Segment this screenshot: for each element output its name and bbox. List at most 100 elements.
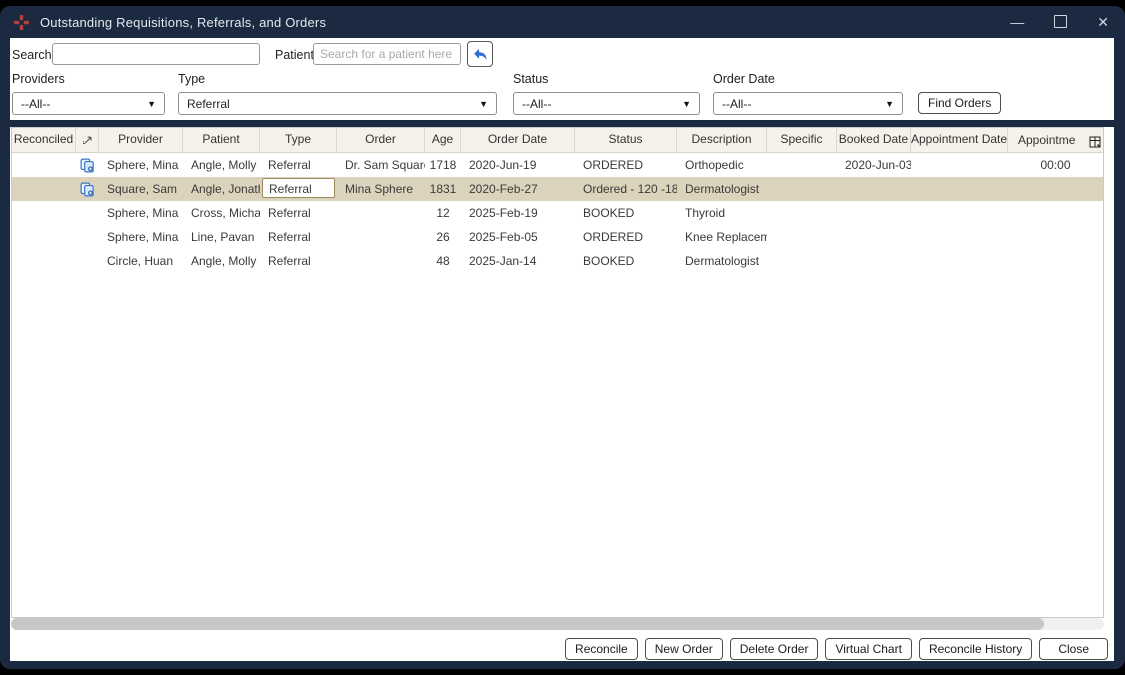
column-header-status[interactable]: Status: [575, 128, 677, 152]
column-header-description[interactable]: Description: [677, 128, 767, 152]
cell-icon-empty: [76, 201, 99, 225]
chevron-down-icon: ▼: [147, 99, 156, 109]
cell-provider: Sphere, Mina: [99, 201, 183, 225]
cell-order-date: 2020-Feb-27: [461, 177, 575, 201]
maximize-button[interactable]: [1054, 15, 1067, 30]
cell-status: ORDERED: [575, 153, 677, 177]
search-label: Search: [12, 48, 52, 62]
chevron-down-icon: ▼: [682, 99, 691, 109]
column-header-reconciled[interactable]: Reconciled: [12, 128, 76, 152]
scrollbar-thumb[interactable]: [11, 618, 1044, 630]
cell-age: 1718: [425, 153, 461, 177]
table-row-selected[interactable]: Square, Sam Angle, Jonathan Referral Min…: [12, 177, 1103, 201]
cell-patient: Angle, Jonathan: [183, 177, 260, 201]
back-arrow-button[interactable]: [467, 41, 493, 67]
cell-provider: Square, Sam: [99, 177, 183, 201]
reply-arrow-icon: [472, 46, 489, 63]
column-header-type[interactable]: Type: [260, 128, 337, 152]
chevron-down-icon: ▼: [479, 99, 488, 109]
titlebar: Outstanding Requisitions, Referrals, and…: [0, 6, 1125, 38]
column-header-patient[interactable]: Patient: [183, 128, 260, 152]
column-header-provider[interactable]: Provider: [99, 128, 183, 152]
column-header-marker[interactable]: [76, 128, 99, 152]
maximize-icon: [1054, 15, 1067, 28]
cell-order: [337, 201, 425, 225]
cell-patient: Cross, Michael: [183, 201, 260, 225]
cell-order-date: 2020-Jun-19: [461, 153, 575, 177]
close-button[interactable]: ✕: [1097, 15, 1109, 29]
cell-appointment-date: [911, 153, 1008, 177]
cell-order-date: 2025-Feb-05: [461, 225, 575, 249]
order-date-select[interactable]: --All-- ▼: [713, 92, 903, 115]
cell-type: Referral: [260, 201, 337, 225]
orders-table: Reconciled Provider Patient Type Order A…: [11, 127, 1104, 618]
chevron-down-icon: ▼: [885, 99, 894, 109]
cell-provider: Sphere, Mina: [99, 153, 183, 177]
providers-select[interactable]: --All-- ▼: [12, 92, 165, 115]
cell-appointment-time: [1008, 225, 1103, 249]
table-row[interactable]: Sphere, Mina Cross, Michael Referral 12 …: [12, 201, 1103, 225]
cell-order: Mina Sphere: [337, 177, 425, 201]
cell-type-editing[interactable]: Referral: [260, 177, 337, 201]
footer-actions: Reconcile New Order Delete Order Virtual…: [10, 638, 1108, 660]
copy-pages-icon[interactable]: [76, 153, 99, 177]
column-header-age[interactable]: Age: [425, 128, 461, 152]
patient-search-input[interactable]: [313, 43, 461, 65]
app-medical-cross-icon: [13, 14, 30, 31]
reconcile-button[interactable]: Reconcile: [565, 638, 638, 660]
column-header-appointment-time[interactable]: Appointme: [1008, 128, 1103, 152]
column-header-booked-date[interactable]: Booked Date: [837, 128, 911, 152]
cell-age: 48: [425, 249, 461, 273]
type-select[interactable]: Referral ▼: [178, 92, 497, 115]
type-edit-box[interactable]: Referral: [262, 178, 335, 198]
new-order-button[interactable]: New Order: [645, 638, 723, 660]
cell-provider: Sphere, Mina: [99, 225, 183, 249]
type-select-value: Referral: [187, 97, 230, 111]
providers-label: Providers: [12, 72, 65, 86]
cell-order-date: 2025-Feb-19: [461, 201, 575, 225]
cell-type: Referral: [260, 153, 337, 177]
cell-age: 12: [425, 201, 461, 225]
status-label: Status: [513, 72, 548, 86]
cell-reconciled: [12, 201, 76, 225]
column-header-order-date[interactable]: Order Date: [461, 128, 575, 152]
app-window: Outstanding Requisitions, Referrals, and…: [0, 6, 1125, 669]
horizontal-scrollbar[interactable]: [11, 618, 1104, 630]
table-header-row: Reconciled Provider Patient Type Order A…: [12, 128, 1103, 153]
minimize-button[interactable]: —: [1010, 15, 1024, 29]
cell-description: Knee Replacement: [677, 225, 767, 249]
copy-pages-icon[interactable]: [76, 177, 99, 201]
cell-booked-date: [837, 249, 911, 273]
cell-specific: [767, 201, 837, 225]
column-header-appointment-date[interactable]: Appointment Date: [911, 128, 1008, 152]
cell-reconciled: [12, 177, 76, 201]
table-row[interactable]: Sphere, Mina Angle, Molly Referral Dr. S…: [12, 153, 1103, 177]
cell-reconciled: [12, 153, 76, 177]
cell-status: BOOKED: [575, 201, 677, 225]
find-orders-button[interactable]: Find Orders: [918, 92, 1001, 114]
close-dialog-button[interactable]: Close: [1039, 638, 1108, 660]
cell-appointment-date: [911, 177, 1008, 201]
search-input[interactable]: [52, 43, 260, 65]
table-row[interactable]: Circle, Huan Angle, Molly Referral 48 20…: [12, 249, 1103, 273]
cell-patient: Angle, Molly: [183, 153, 260, 177]
cell-icon-empty: [76, 249, 99, 273]
table-row[interactable]: Sphere, Mina Line, Pavan Referral 26 202…: [12, 225, 1103, 249]
order-date-label: Order Date: [713, 72, 775, 86]
cell-booked-date: [837, 177, 911, 201]
cell-order: Dr. Sam Square: [337, 153, 425, 177]
virtual-chart-button[interactable]: Virtual Chart: [825, 638, 911, 660]
column-chooser-icon[interactable]: [1089, 133, 1101, 152]
reconcile-history-button[interactable]: Reconcile History: [919, 638, 1032, 660]
cell-specific: [767, 225, 837, 249]
column-header-appointment-time-label: Appointme: [1018, 129, 1075, 152]
column-header-order[interactable]: Order: [337, 128, 425, 152]
section-divider: [0, 120, 1125, 127]
cell-appointment-time: [1008, 177, 1103, 201]
cell-reconciled: [12, 249, 76, 273]
delete-order-button[interactable]: Delete Order: [730, 638, 819, 660]
status-select[interactable]: --All-- ▼: [513, 92, 700, 115]
column-header-specific[interactable]: Specific: [767, 128, 837, 152]
order-date-select-value: --All--: [722, 97, 751, 111]
cell-order: [337, 249, 425, 273]
